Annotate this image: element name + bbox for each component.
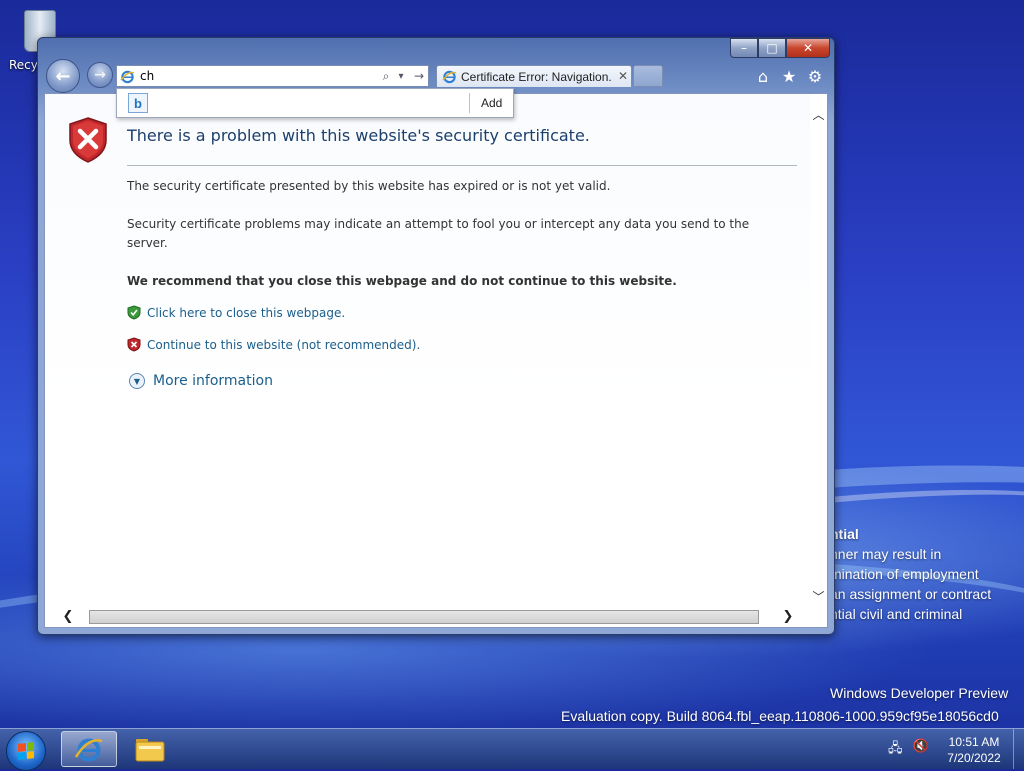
favorites-star-icon[interactable]: ★	[780, 67, 798, 86]
chevron-down-icon[interactable]: ▾	[395, 67, 407, 85]
system-tray: 🖧 🔇	[888, 739, 929, 761]
continue-website-link-label: Continue to this website (not recommende…	[147, 337, 421, 352]
gear-icon[interactable]: ⚙	[806, 67, 824, 86]
minimize-button[interactable]: –	[730, 38, 758, 58]
red-shield-icon	[127, 337, 141, 352]
tab-certificate-error[interactable]: Certificate Error: Navigation... ✕	[436, 65, 632, 87]
legal-notice: ntial nner may result in mination of emp…	[830, 524, 991, 624]
page-content: There is a problem with this website's s…	[44, 93, 828, 628]
scroll-up-arrow-icon[interactable]: ︿	[810, 106, 827, 123]
vertical-scrollbar[interactable]: ︿ ﹀	[810, 94, 827, 609]
error-shield-icon	[69, 117, 107, 163]
ie-page-icon	[120, 70, 135, 84]
divider	[469, 93, 470, 113]
divider	[127, 165, 797, 166]
address-autocomplete-dropdown: b Add	[116, 88, 514, 118]
clock-time: 10:51 AM	[948, 735, 1000, 749]
horizontal-scrollbar[interactable]: ❮ ❯	[45, 608, 811, 627]
start-button[interactable]	[6, 731, 46, 771]
search-icon[interactable]: ⌕	[379, 67, 393, 85]
windows-logo-icon	[18, 742, 34, 760]
more-information-label: More information	[153, 373, 273, 389]
legal-line: an assignment or contract	[830, 586, 992, 602]
address-bar[interactable]: ⌕ ▾ →	[116, 65, 429, 87]
tab-label: Certificate Error: Navigation...	[461, 70, 611, 84]
close-webpage-link[interactable]: Click here to close this webpage.	[127, 305, 345, 320]
taskbar-file-explorer[interactable]	[122, 731, 178, 767]
browser-window: – □ ✕ ← → ⌕ ▾ → Certificate Error: Navig…	[37, 37, 835, 635]
continue-website-link[interactable]: Continue to this website (not recommende…	[127, 337, 420, 352]
add-search-provider-button[interactable]: Add	[481, 96, 502, 110]
maximize-button[interactable]: □	[758, 38, 786, 58]
more-information-toggle[interactable]: ▼ More information	[129, 373, 273, 389]
scroll-down-arrow-icon[interactable]: ﹀	[810, 588, 827, 605]
warning-message: Security certificate problems may indica…	[127, 217, 750, 250]
back-button[interactable]: ←	[46, 59, 80, 93]
page-title: There is a problem with this website's s…	[127, 126, 590, 145]
forward-button[interactable]: →	[87, 62, 113, 88]
new-tab-button[interactable]	[633, 65, 663, 87]
browser-tools: ⌂ ★ ⚙	[754, 67, 824, 86]
show-desktop-button[interactable]	[1013, 729, 1024, 769]
close-webpage-link-label: Click here to close this webpage.	[147, 305, 346, 320]
legal-line: mination of employment	[830, 566, 979, 582]
go-button[interactable]: →	[411, 67, 427, 85]
certificate-error-page: There is a problem with this website's s…	[45, 94, 811, 609]
system-clock[interactable]: 10:51 AM 7/20/2022	[944, 734, 1004, 766]
bing-search-icon[interactable]: b	[128, 93, 148, 113]
expand-chevron-icon: ▼	[129, 373, 145, 389]
taskbar-internet-explorer[interactable]	[61, 731, 117, 767]
legal-line: ntial civil and criminal	[830, 606, 963, 622]
home-icon[interactable]: ⌂	[754, 67, 772, 86]
green-shield-icon	[127, 305, 141, 320]
clock-date: 7/20/2022	[947, 751, 1001, 765]
recommendation-text: We recommend that you close this webpage…	[127, 274, 677, 288]
tab-close-icon[interactable]: ✕	[618, 69, 628, 83]
legal-line: nner may result in	[830, 546, 942, 562]
scroll-right-arrow-icon[interactable]: ❯	[779, 609, 797, 626]
taskbar: 🖧 🔇 10:51 AM 7/20/2022	[0, 728, 1024, 771]
watermark-build: Evaluation copy. Build 8064.fbl_eeap.110…	[561, 708, 999, 724]
window-controls: – □ ✕	[730, 38, 830, 58]
scroll-left-arrow-icon[interactable]: ❮	[59, 609, 77, 626]
close-button[interactable]: ✕	[786, 38, 830, 58]
ie-page-icon	[442, 70, 457, 84]
volume-muted-icon[interactable]: 🔇	[913, 739, 929, 761]
legal-heading: ntial	[830, 526, 859, 542]
expired-message: The security certificate presented by th…	[127, 179, 611, 193]
internet-explorer-icon	[74, 738, 103, 762]
folder-icon	[135, 739, 165, 762]
network-icon[interactable]: 🖧	[888, 739, 903, 761]
watermark-title: Windows Developer Preview	[830, 685, 1009, 701]
horizontal-scroll-thumb[interactable]	[89, 610, 759, 624]
address-input[interactable]	[140, 68, 370, 84]
